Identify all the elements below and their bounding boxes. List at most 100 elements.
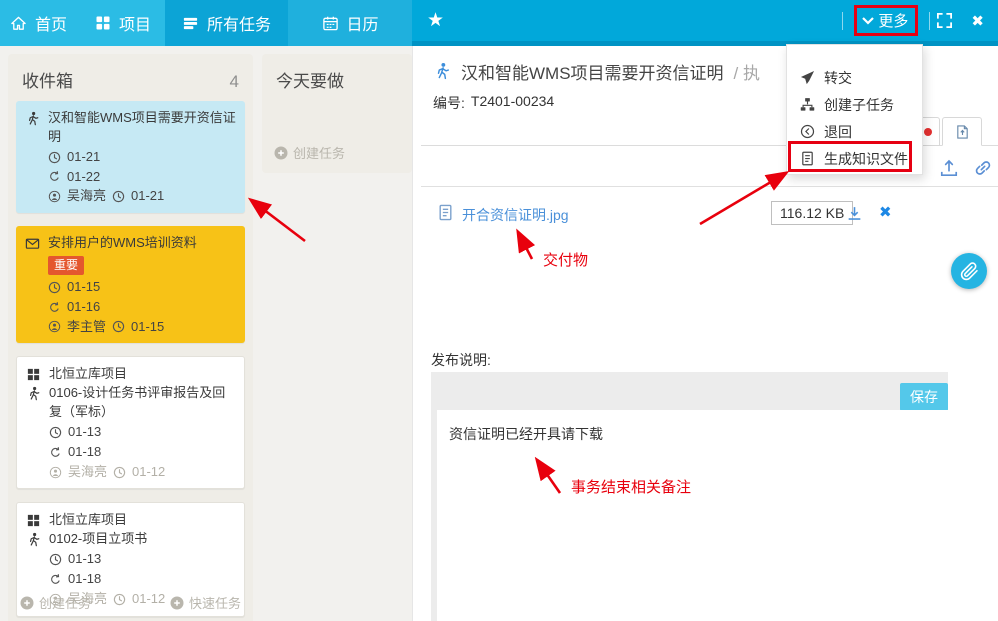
- redo-clock-icon: [49, 446, 62, 459]
- today-column: 今天要做 创建任务: [262, 54, 412, 173]
- plus-circle-icon: [274, 146, 288, 160]
- plan-date-value: 01-13: [68, 423, 101, 442]
- card-repeat-date: 01-22: [25, 168, 236, 187]
- task-list-icon: [182, 15, 199, 32]
- card-title: 安排用户的WMS培训资料: [48, 234, 197, 253]
- inbox-card-list: 汉和智能WMS项目需要开资信证明 01-21 01-22 吴海亮 01-21 安…: [8, 101, 253, 617]
- task-walk-icon: [26, 386, 41, 401]
- quick-task-label: 快速任务: [189, 593, 241, 612]
- project-grid-icon: [26, 513, 41, 528]
- card-repeat-date: 01-16: [25, 298, 236, 317]
- menu-item-label: 创建子任务: [824, 95, 894, 115]
- owner-date: 01-15: [131, 318, 164, 337]
- quick-task-button[interactable]: 快速任务: [170, 593, 241, 612]
- remove-attachment-button[interactable]: ✖: [879, 203, 892, 221]
- clock-icon: [113, 466, 126, 479]
- task-walk-icon: [25, 111, 40, 126]
- owner-name: 李主管: [67, 318, 106, 337]
- paper-plane-icon: [800, 70, 815, 85]
- document-icon: [437, 204, 454, 221]
- clock-icon: [112, 320, 125, 333]
- nav-item-label: 日历: [347, 11, 379, 35]
- more-button-label: 更多: [878, 10, 908, 31]
- top-nav: 首页 项目 所有任务 日历: [0, 0, 412, 46]
- expand-icon: [936, 12, 953, 29]
- card-project: 北恒立库项目: [49, 511, 127, 530]
- important-badge: 重要: [48, 256, 84, 275]
- plan-date-value: 01-21: [67, 148, 100, 167]
- owner-name: 吴海亮: [67, 187, 106, 206]
- more-button[interactable]: 更多: [854, 5, 918, 36]
- task-walk-icon: [433, 62, 451, 80]
- close-icon: ✖: [971, 13, 984, 30]
- menu-item-label: 退回: [824, 122, 852, 142]
- task-walk-icon: [26, 532, 41, 547]
- clock-icon: [49, 426, 62, 439]
- task-card[interactable]: 北恒立库项目 0106-设计任务书评审报告及回复（军标） 01-13 01-18…: [16, 356, 245, 489]
- nav-item-projects[interactable]: 项目: [81, 0, 165, 46]
- menu-item-transfer[interactable]: 转交: [787, 64, 922, 91]
- redo-clock-icon: [48, 170, 61, 183]
- upload-attachment-button[interactable]: [939, 158, 959, 178]
- redo-clock-icon: [49, 573, 62, 586]
- task-number-row: 编号: T2401-00234: [433, 93, 554, 113]
- today-header: 今天要做: [262, 54, 412, 101]
- menu-item-create-subtask[interactable]: 创建子任务: [787, 91, 922, 118]
- download-icon: [846, 205, 863, 222]
- download-attachment-button[interactable]: [846, 205, 863, 222]
- card-project: 北恒立库项目: [49, 365, 127, 384]
- create-task-button[interactable]: 创建任务: [20, 593, 91, 612]
- person-icon: [48, 190, 61, 203]
- owner-date: 01-21: [131, 187, 164, 206]
- inbox-count-badge: 4: [230, 72, 239, 92]
- projects-grid-icon: [95, 15, 111, 31]
- close-button[interactable]: ✖: [971, 12, 984, 30]
- nav-item-label: 所有任务: [207, 11, 271, 35]
- favorite-star-icon[interactable]: ★: [427, 11, 444, 30]
- task-card[interactable]: 汉和智能WMS项目需要开资信证明 01-21 01-22 吴海亮 01-21: [16, 101, 245, 213]
- tab-deliverables[interactable]: [942, 117, 982, 146]
- card-owner-row: 吴海亮 01-12: [26, 463, 235, 482]
- annotation-arrow-card: [251, 200, 305, 241]
- envelope-icon: [25, 236, 40, 251]
- task-card[interactable]: 安排用户的WMS培训资料 重要 01-15 01-16 李主管 01-15: [16, 226, 245, 343]
- inbox-column: 收件箱 4 汉和智能WMS项目需要开资信证明 01-21 01-22 吴海亮 0…: [8, 54, 253, 621]
- attachment-file-link[interactable]: 开合资信证明.jpg: [462, 205, 569, 225]
- attachment-file-size: 116.12 KB: [771, 201, 853, 225]
- card-project-row: 北恒立库项目: [26, 365, 235, 384]
- plan-date-value: 01-13: [68, 550, 101, 569]
- task-title-row: 汉和智能WMS项目需要开资信证明 / 执: [433, 58, 805, 84]
- inbox-footer: 创建任务 快速任务: [8, 585, 253, 621]
- card-title-row: 安排用户的WMS培训资料: [25, 234, 236, 253]
- card-plan-date: 01-13: [26, 423, 235, 442]
- nav-item-all-tasks[interactable]: 所有任务: [165, 0, 288, 46]
- owner-date: 01-12: [132, 463, 165, 482]
- release-note-textarea[interactable]: 资信证明已经开具请下载: [437, 410, 948, 621]
- save-button[interactable]: 保存: [900, 383, 948, 411]
- task-number-value: T2401-00234: [471, 93, 554, 113]
- file-upload-icon: [955, 124, 970, 140]
- repeat-date-value: 01-22: [67, 168, 100, 187]
- nav-item-home[interactable]: 首页: [0, 0, 81, 46]
- paperclip-icon: [960, 262, 979, 281]
- plus-circle-icon: [170, 596, 184, 610]
- card-owner-row: 吴海亮 01-21: [25, 187, 236, 206]
- nav-item-calendar[interactable]: 日历: [288, 0, 412, 46]
- link-attachment-button[interactable]: [973, 158, 993, 178]
- attach-fab-button[interactable]: [951, 253, 987, 289]
- release-note-label: 发布说明:: [431, 350, 491, 370]
- card-plan-date: 01-15: [25, 278, 236, 297]
- redo-clock-icon: [48, 301, 61, 314]
- upload-icon: [939, 158, 959, 178]
- nav-item-label: 首页: [35, 11, 67, 35]
- fullscreen-button[interactable]: [936, 12, 953, 29]
- document-icon: [800, 151, 815, 166]
- notification-dot: [924, 128, 932, 136]
- plan-date-value: 01-15: [67, 278, 100, 297]
- menu-item-return[interactable]: 退回: [787, 118, 922, 145]
- card-title-row: 0102-项目立项书: [26, 530, 235, 549]
- today-create-task-button[interactable]: 创建任务: [274, 143, 345, 162]
- person-icon: [49, 466, 62, 479]
- header-divider: [842, 12, 843, 30]
- menu-item-generate-knowledge-file[interactable]: 生成知识文件: [787, 145, 922, 172]
